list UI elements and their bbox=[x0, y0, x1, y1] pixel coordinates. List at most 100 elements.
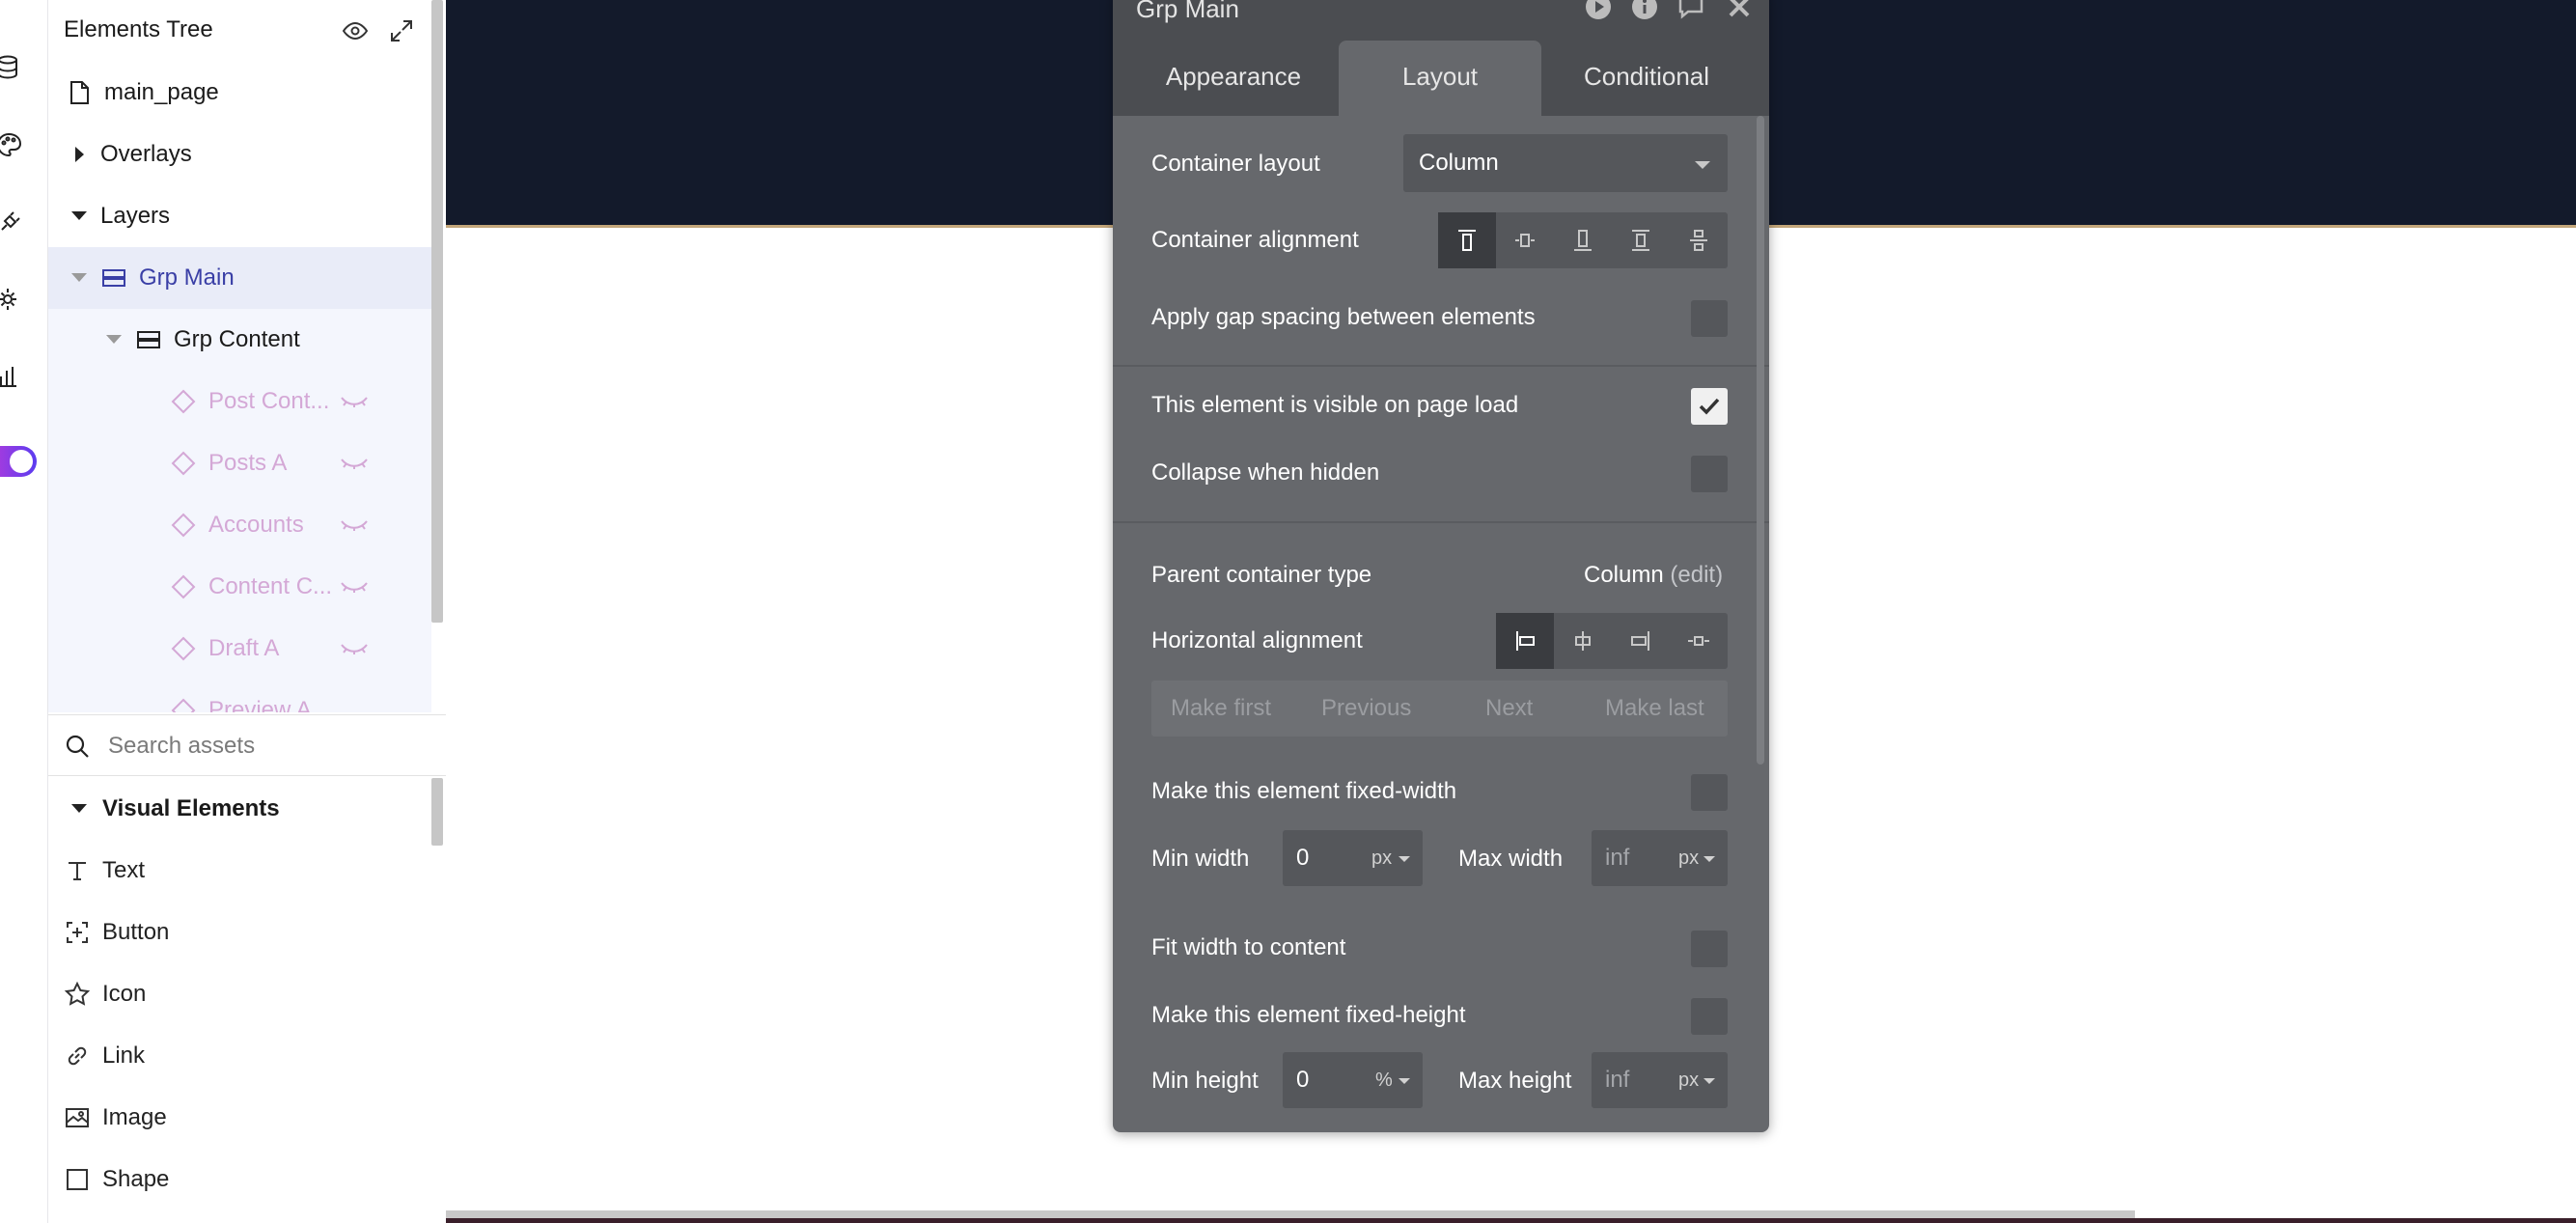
align-bottom-button[interactable] bbox=[1554, 212, 1612, 268]
info-icon[interactable] bbox=[1630, 0, 1659, 21]
tab-conditional[interactable]: Conditional bbox=[1543, 41, 1750, 116]
eye-closed-icon[interactable] bbox=[340, 454, 369, 473]
caret-down-icon[interactable] bbox=[71, 273, 87, 282]
make-first-button[interactable]: Make first bbox=[1171, 695, 1271, 722]
analytics-icon[interactable] bbox=[0, 363, 23, 390]
asset-image[interactable]: Image bbox=[48, 1087, 429, 1149]
visible-on-load-label: This element is visible on page load bbox=[1151, 392, 1519, 418]
tree-item-label: Draft A bbox=[208, 635, 280, 661]
previous-button[interactable]: Previous bbox=[1321, 695, 1411, 722]
fixed-width-label: Make this element fixed-width bbox=[1151, 778, 1457, 804]
tree-item-grp-content[interactable]: Grp Content bbox=[48, 309, 431, 371]
tree-item-overlays[interactable]: Overlays bbox=[48, 124, 434, 185]
eye-closed-icon[interactable] bbox=[340, 392, 369, 411]
min-height-input[interactable] bbox=[1296, 1064, 1364, 1097]
settings-icon[interactable] bbox=[0, 286, 23, 313]
search-input[interactable] bbox=[108, 725, 427, 767]
tab-layout[interactable]: Layout bbox=[1339, 41, 1541, 116]
visual-scrollbar[interactable] bbox=[431, 778, 443, 846]
align-center-horizontal-button[interactable] bbox=[1554, 613, 1612, 669]
min-height-label: Min height bbox=[1151, 1068, 1259, 1094]
eye-closed-icon[interactable] bbox=[340, 577, 369, 597]
database-icon[interactable] bbox=[0, 54, 23, 81]
tree-scrollbar[interactable] bbox=[431, 0, 443, 623]
caret-down-icon[interactable] bbox=[71, 804, 87, 813]
max-width-input[interactable] bbox=[1605, 842, 1673, 875]
palette-icon[interactable] bbox=[0, 131, 23, 158]
align-top-button[interactable] bbox=[1438, 212, 1496, 268]
eye-icon[interactable] bbox=[342, 17, 369, 44]
align-space-between-button[interactable] bbox=[1612, 212, 1670, 268]
gap-spacing-checkbox[interactable] bbox=[1691, 300, 1728, 337]
asset-icon[interactable]: Icon bbox=[48, 963, 429, 1025]
expand-icon[interactable] bbox=[388, 17, 415, 44]
image-icon bbox=[64, 1104, 91, 1131]
tree-item-hidden[interactable]: Content C... bbox=[48, 556, 431, 618]
tree-item-grp-main[interactable]: Grp Main bbox=[48, 247, 431, 309]
tree-children-list: Post Cont... Posts A Accounts Content C.… bbox=[48, 371, 431, 712]
gap-spacing-label: Apply gap spacing between elements bbox=[1151, 304, 1536, 330]
page-icon bbox=[66, 79, 93, 106]
fixed-height-checkbox[interactable] bbox=[1691, 998, 1728, 1035]
asset-label: Text bbox=[102, 857, 146, 883]
tab-appearance[interactable]: Appearance bbox=[1132, 41, 1335, 116]
tree-item-layers[interactable]: Layers bbox=[48, 185, 434, 247]
visible-on-load-checkbox[interactable] bbox=[1691, 388, 1728, 425]
tree-item-label: Grp Content bbox=[174, 326, 300, 352]
comment-icon[interactable] bbox=[1676, 0, 1705, 21]
tree-item-hidden[interactable]: Preview A bbox=[48, 680, 431, 712]
preview-icon[interactable] bbox=[1584, 0, 1613, 21]
tree-item-label: Overlays bbox=[100, 141, 192, 167]
max-width-unit[interactable]: px bbox=[1678, 848, 1699, 870]
plugin-icon[interactable] bbox=[0, 208, 23, 236]
make-last-button[interactable]: Make last bbox=[1605, 695, 1704, 722]
asset-shape[interactable]: Shape bbox=[48, 1149, 429, 1210]
align-space-around-button[interactable] bbox=[1670, 212, 1728, 268]
caret-down-icon[interactable] bbox=[106, 335, 122, 344]
text-icon bbox=[64, 857, 91, 884]
asset-button[interactable]: Button bbox=[48, 902, 429, 963]
section-divider bbox=[1113, 365, 1769, 367]
editor-title: Grp Main bbox=[1136, 0, 1239, 23]
container-layout-label: Container layout bbox=[1151, 151, 1320, 177]
asset-label: Button bbox=[102, 919, 170, 945]
visual-elements-header[interactable]: Visual Elements bbox=[48, 778, 429, 840]
align-center-vertical-button[interactable] bbox=[1496, 212, 1554, 268]
caret-down-icon[interactable] bbox=[71, 211, 87, 220]
tree-item-page[interactable]: main_page bbox=[48, 62, 434, 124]
asset-link[interactable]: Link bbox=[48, 1025, 429, 1087]
app-root: Elements Tree main_page Overlays Layers bbox=[0, 0, 2576, 1223]
fixed-width-checkbox[interactable] bbox=[1691, 774, 1728, 811]
section-title: Visual Elements bbox=[102, 795, 280, 821]
eye-closed-icon[interactable] bbox=[340, 639, 369, 658]
mode-toggle[interactable] bbox=[0, 446, 37, 477]
collapse-hidden-checkbox[interactable] bbox=[1691, 456, 1728, 492]
max-height-input[interactable] bbox=[1605, 1064, 1673, 1097]
chevron-down-icon bbox=[1695, 161, 1710, 169]
tree-item-hidden[interactable]: Draft A bbox=[48, 618, 431, 680]
property-editor: Grp Main Appearance Layout Conditional C… bbox=[1113, 0, 1769, 1132]
tree-item-hidden[interactable]: Post Cont... bbox=[48, 371, 431, 432]
close-icon[interactable] bbox=[1725, 0, 1754, 21]
max-height-unit[interactable]: px bbox=[1678, 1070, 1699, 1092]
align-right-button[interactable] bbox=[1612, 613, 1670, 669]
tree-item-hidden[interactable]: Accounts bbox=[48, 494, 431, 556]
caret-right-icon[interactable] bbox=[75, 147, 84, 162]
parent-type-edit-link[interactable]: (edit) bbox=[1670, 562, 1723, 588]
align-left-button[interactable] bbox=[1496, 613, 1554, 669]
editor-scrollbar[interactable] bbox=[1757, 116, 1764, 764]
min-width-input[interactable] bbox=[1296, 842, 1364, 875]
align-stretch-button[interactable] bbox=[1670, 613, 1728, 669]
tree-item-hidden[interactable]: Posts A bbox=[48, 432, 431, 494]
fit-width-checkbox[interactable] bbox=[1691, 931, 1728, 967]
container-layout-dropdown[interactable]: Column bbox=[1403, 134, 1728, 192]
star-icon bbox=[64, 981, 91, 1008]
editor-titlebar[interactable]: Grp Main bbox=[1113, 0, 1769, 37]
next-button[interactable]: Next bbox=[1485, 695, 1533, 722]
asset-text[interactable]: Text bbox=[48, 840, 429, 902]
eye-closed-icon[interactable] bbox=[340, 515, 369, 535]
min-width-unit[interactable]: px bbox=[1371, 848, 1392, 870]
min-height-unit[interactable]: % bbox=[1375, 1070, 1393, 1092]
diamond-icon bbox=[170, 512, 197, 539]
visual-elements-panel: Visual Elements Text Button Icon Link Im… bbox=[48, 778, 446, 1223]
